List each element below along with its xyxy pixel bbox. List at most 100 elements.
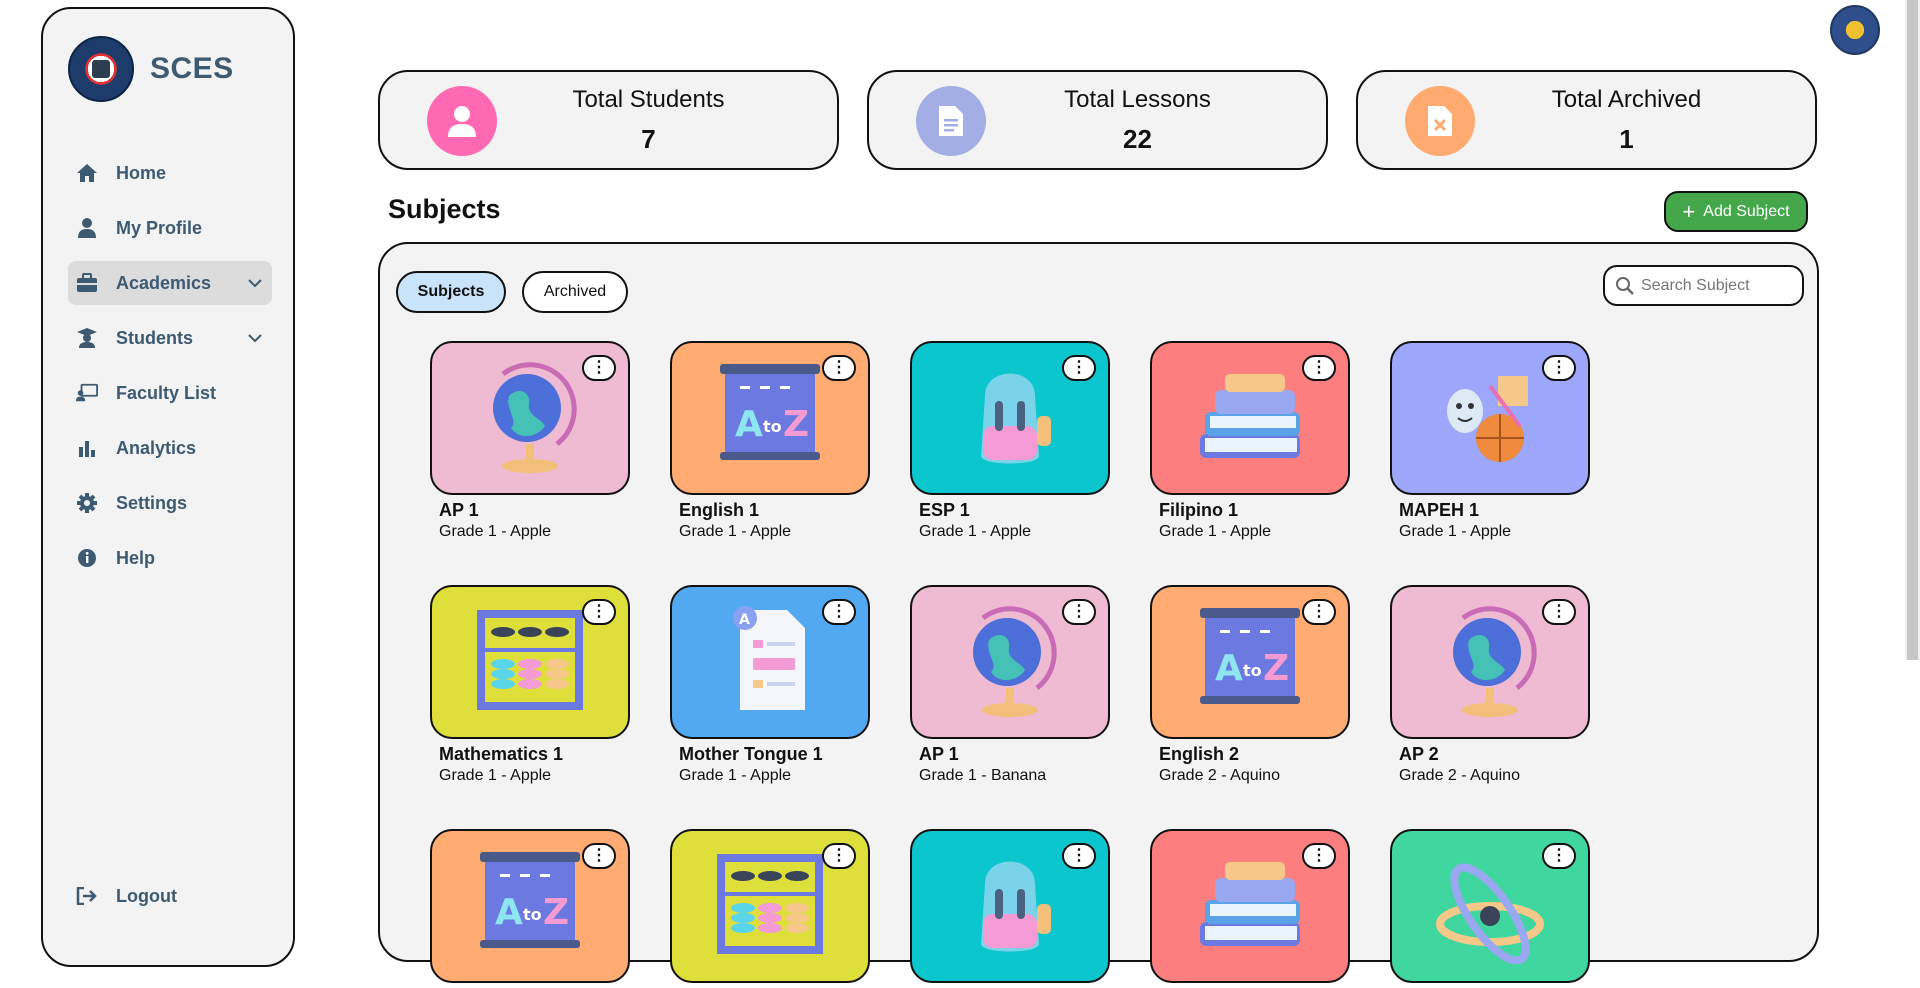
chevron-down-icon[interactable] — [244, 272, 266, 294]
subject-card[interactable]: ⋮ — [670, 829, 870, 988]
stat-label: Total Students — [572, 86, 725, 113]
subject-card[interactable]: Ato Z ⋮ — [430, 829, 630, 988]
stat-card-total-archived: Total Archived 1 — [1356, 70, 1817, 170]
chevron-down-icon[interactable] — [244, 327, 266, 349]
more-options-icon[interactable]: ⋮ — [582, 355, 616, 381]
logout-button[interactable]: Logout — [76, 885, 177, 907]
stat-card-total-lessons: Total Lessons 22 — [867, 70, 1328, 170]
stat-value: 22 — [1123, 124, 1152, 154]
mapeh-illustration — [1430, 356, 1550, 481]
more-options-icon[interactable]: ⋮ — [1542, 355, 1576, 381]
more-options-icon[interactable]: ⋮ — [1062, 843, 1096, 869]
sidebar-item-label: Analytics — [116, 437, 197, 458]
brand: SCES — [68, 36, 234, 102]
account-avatar[interactable] — [1830, 5, 1880, 55]
subject-name: AP 1 — [439, 500, 479, 520]
subject-section: Grade 1 - Apple — [1159, 523, 1272, 540]
subject-thumbnail[interactable]: Ato Z ⋮ — [430, 829, 630, 983]
sidebar-item-analytics[interactable]: Analytics — [68, 426, 272, 470]
sidebar-item-label: Help — [116, 547, 156, 568]
subject-thumbnail[interactable]: ⋮ — [1150, 829, 1350, 983]
sidebar-item-label: Academics — [116, 272, 212, 293]
subject-name: AP 1 — [919, 744, 959, 764]
more-options-icon[interactable]: ⋮ — [1062, 599, 1096, 625]
sidebar-item-students[interactable]: Students — [68, 316, 272, 360]
search-input[interactable] — [1641, 276, 1791, 295]
more-options-icon[interactable]: ⋮ — [1542, 599, 1576, 625]
more-options-icon[interactable]: ⋮ — [582, 599, 616, 625]
subject-thumbnail[interactable]: ⋮ — [1390, 341, 1590, 495]
subject-thumbnail[interactable]: ⋮ — [910, 341, 1110, 495]
logout-label: Logout — [116, 885, 177, 906]
subject-thumbnail[interactable]: ⋮ — [430, 585, 630, 739]
info-icon — [76, 547, 98, 569]
tab-archived[interactable]: Archived — [522, 271, 628, 313]
subject-card[interactable]: ⋮ Filipino 1 Grade 1 - Apple — [1150, 341, 1350, 541]
sidebar-item-label: Students — [116, 327, 194, 348]
subject-thumbnail[interactable]: ⋮ — [910, 829, 1110, 983]
subject-card[interactable]: Ato Z ⋮ English 2 Grade 2 - Aquino — [1150, 585, 1350, 785]
subject-card[interactable]: ⋮ AP 1 Grade 1 - Apple — [430, 341, 630, 541]
subject-card[interactable]: ⋮ — [1150, 829, 1350, 988]
more-options-icon[interactable]: ⋮ — [1542, 843, 1576, 869]
sidebar-item-help[interactable]: Help — [68, 536, 272, 580]
abacus-illustration — [465, 600, 595, 725]
subject-card[interactable]: A ⋮ Mother Tongue 1 Grade 1 - Apple — [670, 585, 870, 785]
stat-value: 7 — [641, 124, 656, 154]
subject-thumbnail[interactable]: ⋮ — [910, 585, 1110, 739]
stat-card-total-students: Total Students 7 — [378, 70, 839, 170]
subject-thumbnail[interactable]: ⋮ — [1390, 585, 1590, 739]
subject-section: Grade 1 - Apple — [679, 767, 792, 784]
subject-thumbnail[interactable]: ⋮ — [1150, 341, 1350, 495]
globe-illustration — [475, 356, 585, 481]
add-subject-label: Add Subject — [1703, 202, 1790, 220]
tab-subjects[interactable]: Subjects — [396, 271, 506, 313]
subject-thumbnail[interactable]: ⋮ — [430, 341, 630, 495]
subject-name: Filipino 1 — [1159, 500, 1238, 520]
more-options-icon[interactable]: ⋮ — [822, 355, 856, 381]
graduate-icon — [76, 327, 98, 349]
more-options-icon[interactable]: ⋮ — [822, 843, 856, 869]
sidebar-item-faculty-list[interactable]: Faculty List — [68, 371, 272, 415]
subject-section: Grade 2 - Aquino — [1399, 767, 1520, 784]
subject-name: ESP 1 — [919, 500, 970, 520]
subject-section: Grade 1 - Apple — [919, 523, 1032, 540]
teacher-board-icon — [76, 382, 98, 404]
more-options-icon[interactable]: ⋮ — [1302, 355, 1336, 381]
subject-card[interactable]: ⋮ — [910, 829, 1110, 988]
svg-text:Z: Z — [543, 892, 569, 933]
subject-card[interactable]: ⋮ AP 1 Grade 1 - Banana — [910, 585, 1110, 785]
sidebar-item-my-profile[interactable]: My Profile — [68, 206, 272, 250]
svg-text:to: to — [1243, 661, 1262, 680]
subject-thumbnail[interactable]: ⋮ — [1390, 829, 1590, 983]
subject-thumbnail[interactable]: Ato Z ⋮ — [1150, 585, 1350, 739]
more-options-icon[interactable]: ⋮ — [1062, 355, 1096, 381]
subject-card[interactable]: ⋮ Mathematics 1 Grade 1 - Apple — [430, 585, 630, 785]
globe-illustration — [955, 600, 1065, 725]
subject-card[interactable]: Ato Z ⋮ English 1 Grade 1 - Apple — [670, 341, 870, 541]
svg-text:A: A — [495, 892, 523, 933]
plus-icon: + — [1682, 198, 1696, 224]
subject-section: Grade 1 - Apple — [679, 523, 792, 540]
subject-thumbnail[interactable]: A ⋮ — [670, 585, 870, 739]
sidebar-item-settings[interactable]: Settings — [68, 481, 272, 525]
more-options-icon[interactable]: ⋮ — [822, 599, 856, 625]
more-options-icon[interactable]: ⋮ — [1302, 599, 1336, 625]
home-icon — [76, 162, 98, 184]
search-box[interactable] — [1603, 265, 1804, 306]
subject-thumbnail[interactable]: Ato Z ⋮ — [670, 341, 870, 495]
sidebar-item-academics[interactable]: Academics — [68, 261, 272, 305]
more-options-icon[interactable]: ⋮ — [1302, 843, 1336, 869]
scrollbar-thumb[interactable] — [1907, 0, 1918, 660]
sidebar-item-label: Faculty List — [116, 382, 217, 403]
subject-card[interactable]: ⋮ MAPEH 1 Grade 1 - Apple — [1390, 341, 1590, 541]
subject-card[interactable]: ⋮ AP 2 Grade 2 - Aquino — [1390, 585, 1590, 785]
more-options-icon[interactable]: ⋮ — [582, 843, 616, 869]
stat-label: Total Archived — [1551, 86, 1702, 113]
add-subject-button[interactable]: + Add Subject — [1664, 191, 1808, 232]
logout-icon — [76, 885, 98, 907]
subject-thumbnail[interactable]: ⋮ — [670, 829, 870, 983]
subject-card[interactable]: ⋮ ESP 1 Grade 1 - Apple — [910, 341, 1110, 541]
subject-card[interactable]: ⋮ — [1390, 829, 1590, 988]
sidebar-item-home[interactable]: Home — [68, 151, 272, 195]
